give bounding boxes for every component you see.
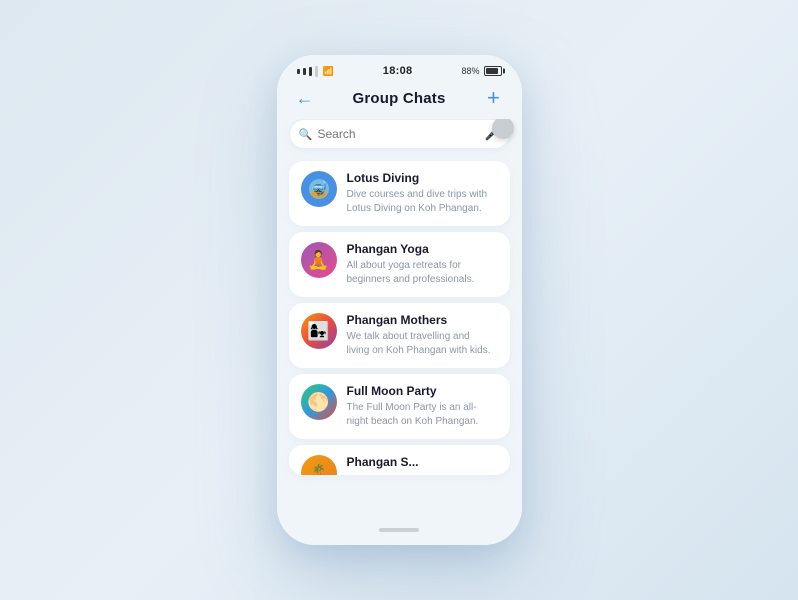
back-button[interactable]: ←: [293, 88, 317, 109]
page-title: Group Chats: [352, 90, 445, 107]
avatar: 🧘: [301, 242, 337, 278]
list-item[interactable]: 🤿 Lotus Diving Dive courses and dive tri…: [289, 161, 510, 226]
battery-fill: [486, 68, 498, 74]
signal-bar-4: [315, 66, 318, 77]
list-item[interactable]: 🧘 Phangan Yoga All about yoga retreats f…: [289, 232, 510, 297]
battery-icon: [484, 66, 502, 76]
chat-name: Phangan S...: [347, 455, 498, 469]
wifi-icon: 📶: [323, 66, 334, 77]
search-container: 🔍 🎤: [289, 119, 510, 149]
chat-name: Lotus Diving: [347, 171, 498, 185]
avatar: 👩‍👧: [301, 313, 337, 349]
chat-info: Phangan S...: [347, 455, 498, 472]
chat-info: Phangan Mothers We talk about travelling…: [347, 313, 498, 358]
chat-desc: Dive courses and dive trips withLotus Di…: [347, 188, 498, 216]
avatar: 🌕: [301, 384, 337, 420]
chat-desc: All about yoga retreats forbeginners and…: [347, 259, 498, 287]
search-input[interactable]: [289, 119, 510, 149]
chat-info: Full Moon Party The Full Moon Party is a…: [347, 384, 498, 429]
svg-text:🤿: 🤿: [310, 180, 327, 197]
phone-frame: 📶 18:08 88% ← Group Chats + 🔍 🎤: [277, 55, 522, 545]
status-bar: 📶 18:08 88%: [277, 55, 522, 83]
status-time: 18:08: [383, 65, 413, 77]
list-item[interactable]: 👩‍👧 Phangan Mothers We talk about travel…: [289, 303, 510, 368]
avatar: 🤿: [301, 171, 337, 207]
chat-name: Phangan Mothers: [347, 313, 498, 327]
avatar: 🏝️: [301, 455, 337, 475]
battery-percent: 88%: [461, 66, 479, 76]
signal-bar-3: [309, 67, 312, 76]
signal-bar-2: [303, 68, 306, 75]
home-bar: [379, 528, 419, 532]
content-area: 🔍 🎤 🤿 Lotus Diving Dive co: [277, 119, 522, 515]
chat-info: Lotus Diving Dive courses and dive trips…: [347, 171, 498, 216]
chat-desc: The Full Moon Party is an all-night beac…: [347, 401, 498, 429]
chat-name: Full Moon Party: [347, 384, 498, 398]
status-battery: 88%: [461, 66, 501, 76]
chat-info: Phangan Yoga All about yoga retreats for…: [347, 242, 498, 287]
search-icon: 🔍: [299, 128, 313, 141]
status-signal: 📶: [297, 66, 334, 77]
chat-desc: We talk about travelling andliving on Ko…: [347, 330, 498, 358]
scroll-indicator: [492, 119, 514, 139]
chat-name: Phangan Yoga: [347, 242, 498, 256]
chat-list: 🤿 Lotus Diving Dive courses and dive tri…: [289, 161, 510, 475]
add-group-button[interactable]: +: [481, 87, 505, 109]
signal-bar-1: [297, 69, 300, 74]
home-indicator: [277, 515, 522, 545]
list-item[interactable]: 🌕 Full Moon Party The Full Moon Party is…: [289, 374, 510, 439]
app-header: ← Group Chats +: [277, 83, 522, 119]
list-item[interactable]: 🏝️ Phangan S...: [289, 445, 510, 475]
